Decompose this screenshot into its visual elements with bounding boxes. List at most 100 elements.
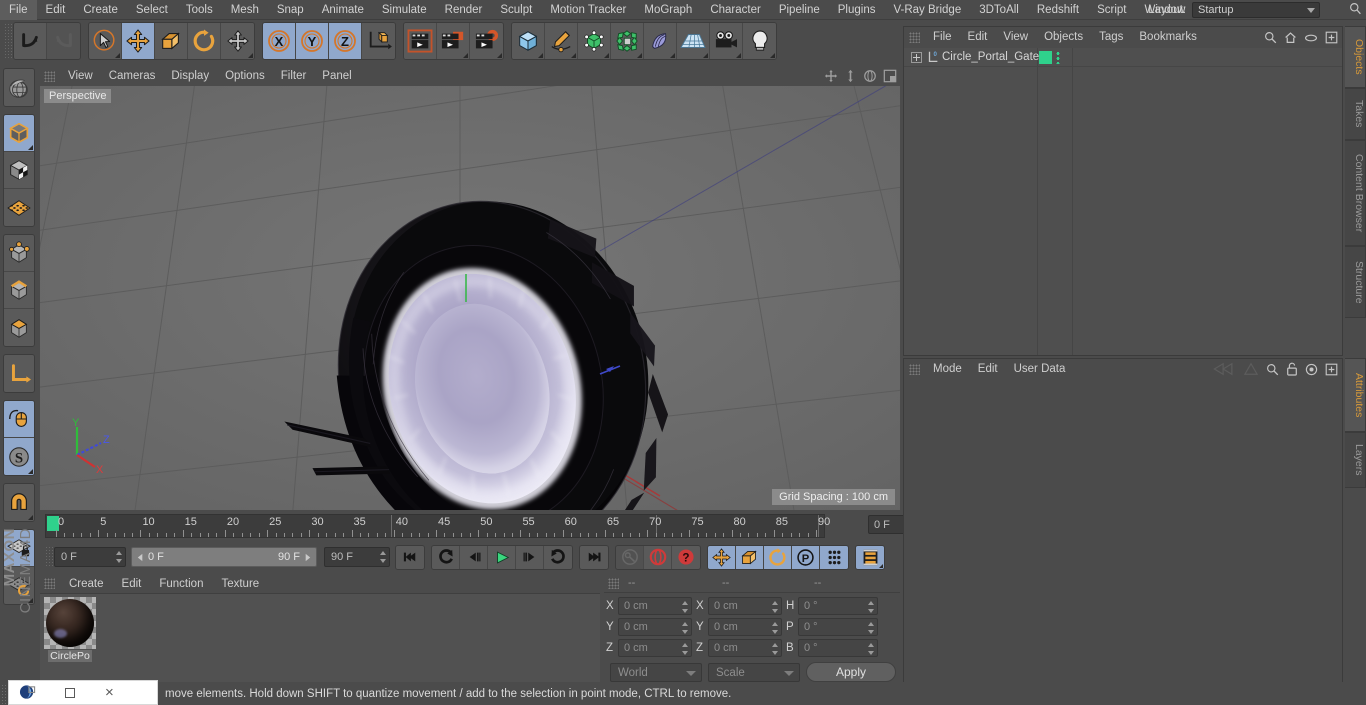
viewport-menu-cameras[interactable]: Cameras: [101, 66, 164, 86]
menu-render[interactable]: Render: [436, 0, 492, 20]
attributes-content-area[interactable]: [904, 380, 1342, 683]
coord-input-size-x[interactable]: 0 cm: [708, 597, 782, 615]
menu-plugins[interactable]: Plugins: [829, 0, 885, 20]
enable-axis-button[interactable]: [4, 401, 34, 438]
menu-redshift[interactable]: Redshift: [1028, 0, 1088, 20]
object-tree-row[interactable]: 0 Circle_Portal_Gate: [904, 48, 1342, 67]
object-menu-tags[interactable]: Tags: [1091, 27, 1131, 48]
menu-file[interactable]: File: [0, 0, 37, 20]
scale-tool-button[interactable]: [155, 23, 188, 59]
cube-primitive-button[interactable]: [512, 23, 545, 59]
stepper-icon[interactable]: [771, 601, 778, 613]
tab-takes[interactable]: Takes: [1345, 88, 1366, 140]
lock-x-axis-button[interactable]: X: [263, 23, 296, 59]
material-tag-icon[interactable]: [1039, 51, 1052, 64]
viewport-solo-button[interactable]: [4, 189, 34, 226]
menu-3dtoall[interactable]: 3DToAll: [970, 0, 1028, 20]
object-menu-objects[interactable]: Objects: [1036, 27, 1091, 48]
menu-animate[interactable]: Animate: [313, 0, 373, 20]
material-list[interactable]: CirclePo: [40, 594, 600, 684]
viewport-globe-button[interactable]: [4, 69, 34, 106]
dolly-view-icon[interactable]: [844, 69, 857, 83]
search-icon[interactable]: [1349, 2, 1362, 15]
lock-y-axis-button[interactable]: Y: [296, 23, 329, 59]
keyframe-selection-button[interactable]: ?: [672, 545, 700, 569]
tab-content-browser[interactable]: Content Browser: [1345, 140, 1366, 246]
coordinates-panel-grip[interactable]: [608, 577, 619, 589]
menu-mesh[interactable]: Mesh: [222, 0, 268, 20]
end-frame-field[interactable]: 90 F: [324, 547, 390, 567]
home-icon[interactable]: [1284, 31, 1297, 44]
target-icon[interactable]: [1305, 363, 1318, 376]
render-to-picture-viewer-button[interactable]: [437, 23, 470, 59]
pla-key-button[interactable]: P: [792, 545, 820, 569]
menu-mograph[interactable]: MoGraph: [635, 0, 701, 20]
camera-button[interactable]: [710, 23, 743, 59]
live-selection-button[interactable]: [89, 23, 122, 59]
tab-layers[interactable]: Layers: [1345, 432, 1366, 488]
add-layer-icon[interactable]: [1325, 31, 1338, 44]
menu-vray-bridge[interactable]: V-Ray Bridge: [884, 0, 970, 20]
restore-window-button[interactable]: [65, 687, 75, 698]
coord-input-pos-x[interactable]: 0 cm: [618, 597, 692, 615]
menu-edit[interactable]: Edit: [37, 0, 75, 20]
menu-script[interactable]: Script: [1088, 0, 1135, 20]
tab-objects[interactable]: Objects: [1345, 26, 1366, 88]
coord-input-rot-h[interactable]: 0 °: [798, 597, 878, 615]
viewport-menu-view[interactable]: View: [60, 66, 101, 86]
rotate-tool-button[interactable]: [188, 23, 221, 59]
tab-attributes[interactable]: Attributes: [1345, 358, 1366, 432]
polygons-mode-button[interactable]: [4, 309, 34, 346]
object-menu-file[interactable]: File: [925, 27, 960, 48]
stepper-icon[interactable]: [771, 622, 778, 634]
close-window-button[interactable]: ×: [105, 685, 114, 700]
step-forward-button[interactable]: [516, 545, 544, 569]
viewport-canvas-3d[interactable]: Perspective Y Z X Grid Spacing : 100 cm: [40, 86, 900, 510]
stepper-icon[interactable]: [867, 643, 874, 655]
attributes-menu-user-data[interactable]: User Data: [1006, 359, 1074, 380]
apply-button[interactable]: Apply: [806, 662, 896, 682]
material-menu-texture[interactable]: Texture: [212, 574, 268, 594]
coord-input-rot-p[interactable]: 0 °: [798, 618, 878, 636]
range-right-handle-icon[interactable]: [303, 553, 312, 562]
menu-tools[interactable]: Tools: [177, 0, 222, 20]
tag-dots-icon[interactable]: [1056, 51, 1060, 64]
move-tool-button[interactable]: [122, 23, 155, 59]
object-menu-bookmarks[interactable]: Bookmarks: [1131, 27, 1205, 48]
stepper-icon[interactable]: [681, 622, 688, 634]
material-menu-create[interactable]: Create: [60, 574, 113, 594]
material-panel-grip[interactable]: [44, 578, 55, 589]
attributes-menu-mode[interactable]: Mode: [925, 359, 970, 380]
coord-input-size-z[interactable]: 0 cm: [708, 639, 782, 657]
generator-button[interactable]: [578, 23, 611, 59]
position-key-button[interactable]: [708, 545, 736, 569]
stepper-icon[interactable]: [681, 643, 688, 655]
menu-character[interactable]: Character: [701, 0, 770, 20]
playbar-grip[interactable]: [45, 546, 54, 568]
object-manager-tree[interactable]: 0 Circle_Portal_Gate: [904, 48, 1342, 355]
make-editable-button[interactable]: [4, 115, 34, 152]
coordinate-system-dropdown[interactable]: World: [610, 662, 702, 682]
attributes-panel-grip[interactable]: [909, 364, 920, 375]
next-keyframe-button[interactable]: [544, 545, 572, 569]
record-active-objects-button[interactable]: [644, 545, 672, 569]
layout-dropdown[interactable]: Startup: [1192, 2, 1320, 18]
stepper-icon[interactable]: [771, 643, 778, 655]
menu-motion-tracker[interactable]: Motion Tracker: [541, 0, 635, 20]
attributes-menu-edit[interactable]: Edit: [970, 359, 1006, 380]
timeline-window-button[interactable]: [856, 545, 884, 569]
search-icon[interactable]: [1266, 363, 1279, 376]
material-menu-edit[interactable]: Edit: [113, 574, 151, 594]
points-mode-button[interactable]: [4, 235, 34, 272]
material-menu-function[interactable]: Function: [150, 574, 212, 594]
back-history-icon[interactable]: [1212, 362, 1236, 376]
floor-button[interactable]: [677, 23, 710, 59]
visibility-icon[interactable]: [1304, 33, 1318, 43]
pan-view-icon[interactable]: [824, 69, 838, 83]
render-settings-button[interactable]: [470, 23, 503, 59]
coordinate-mode-dropdown[interactable]: Scale: [708, 662, 800, 682]
previous-keyframe-button[interactable]: [432, 545, 460, 569]
material-item[interactable]: CirclePo: [42, 597, 98, 667]
menu-select[interactable]: Select: [127, 0, 177, 20]
light-button[interactable]: [743, 23, 776, 59]
